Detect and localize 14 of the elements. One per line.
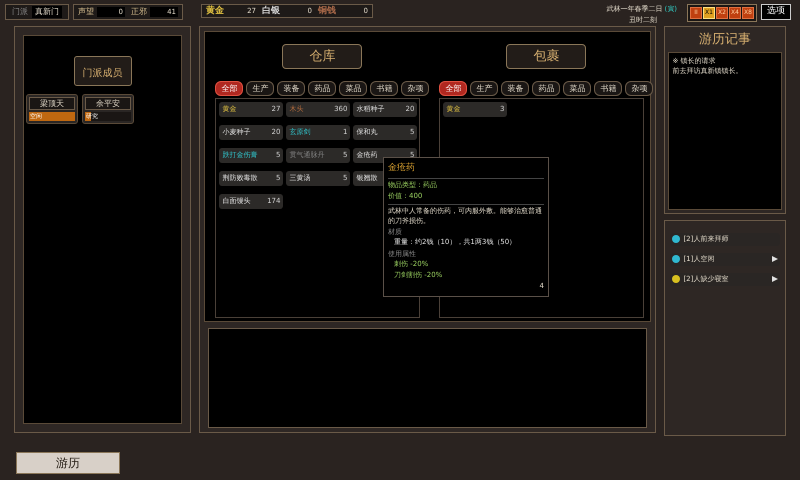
journal-title: 游历记事 bbox=[698, 31, 752, 49]
stat-label: 声望 bbox=[78, 6, 94, 18]
currency-label: 白银 bbox=[262, 6, 280, 16]
members-title: 门派成员 bbox=[82, 68, 123, 79]
stat-label: 正邪 bbox=[131, 6, 147, 18]
tooltip-title: 金疮药 bbox=[388, 162, 544, 178]
title-text: 仓库 bbox=[309, 48, 336, 66]
sect-name: 真新门 bbox=[32, 6, 62, 18]
title-text: 包裹 bbox=[533, 48, 560, 66]
sect-label: 门派 bbox=[12, 6, 28, 18]
currency-label: 铜钱 bbox=[318, 6, 336, 16]
member-name: 梁顶天 bbox=[29, 97, 75, 110]
member-name: 余平安 bbox=[85, 97, 131, 110]
currency-label: 黄金 bbox=[206, 6, 224, 16]
